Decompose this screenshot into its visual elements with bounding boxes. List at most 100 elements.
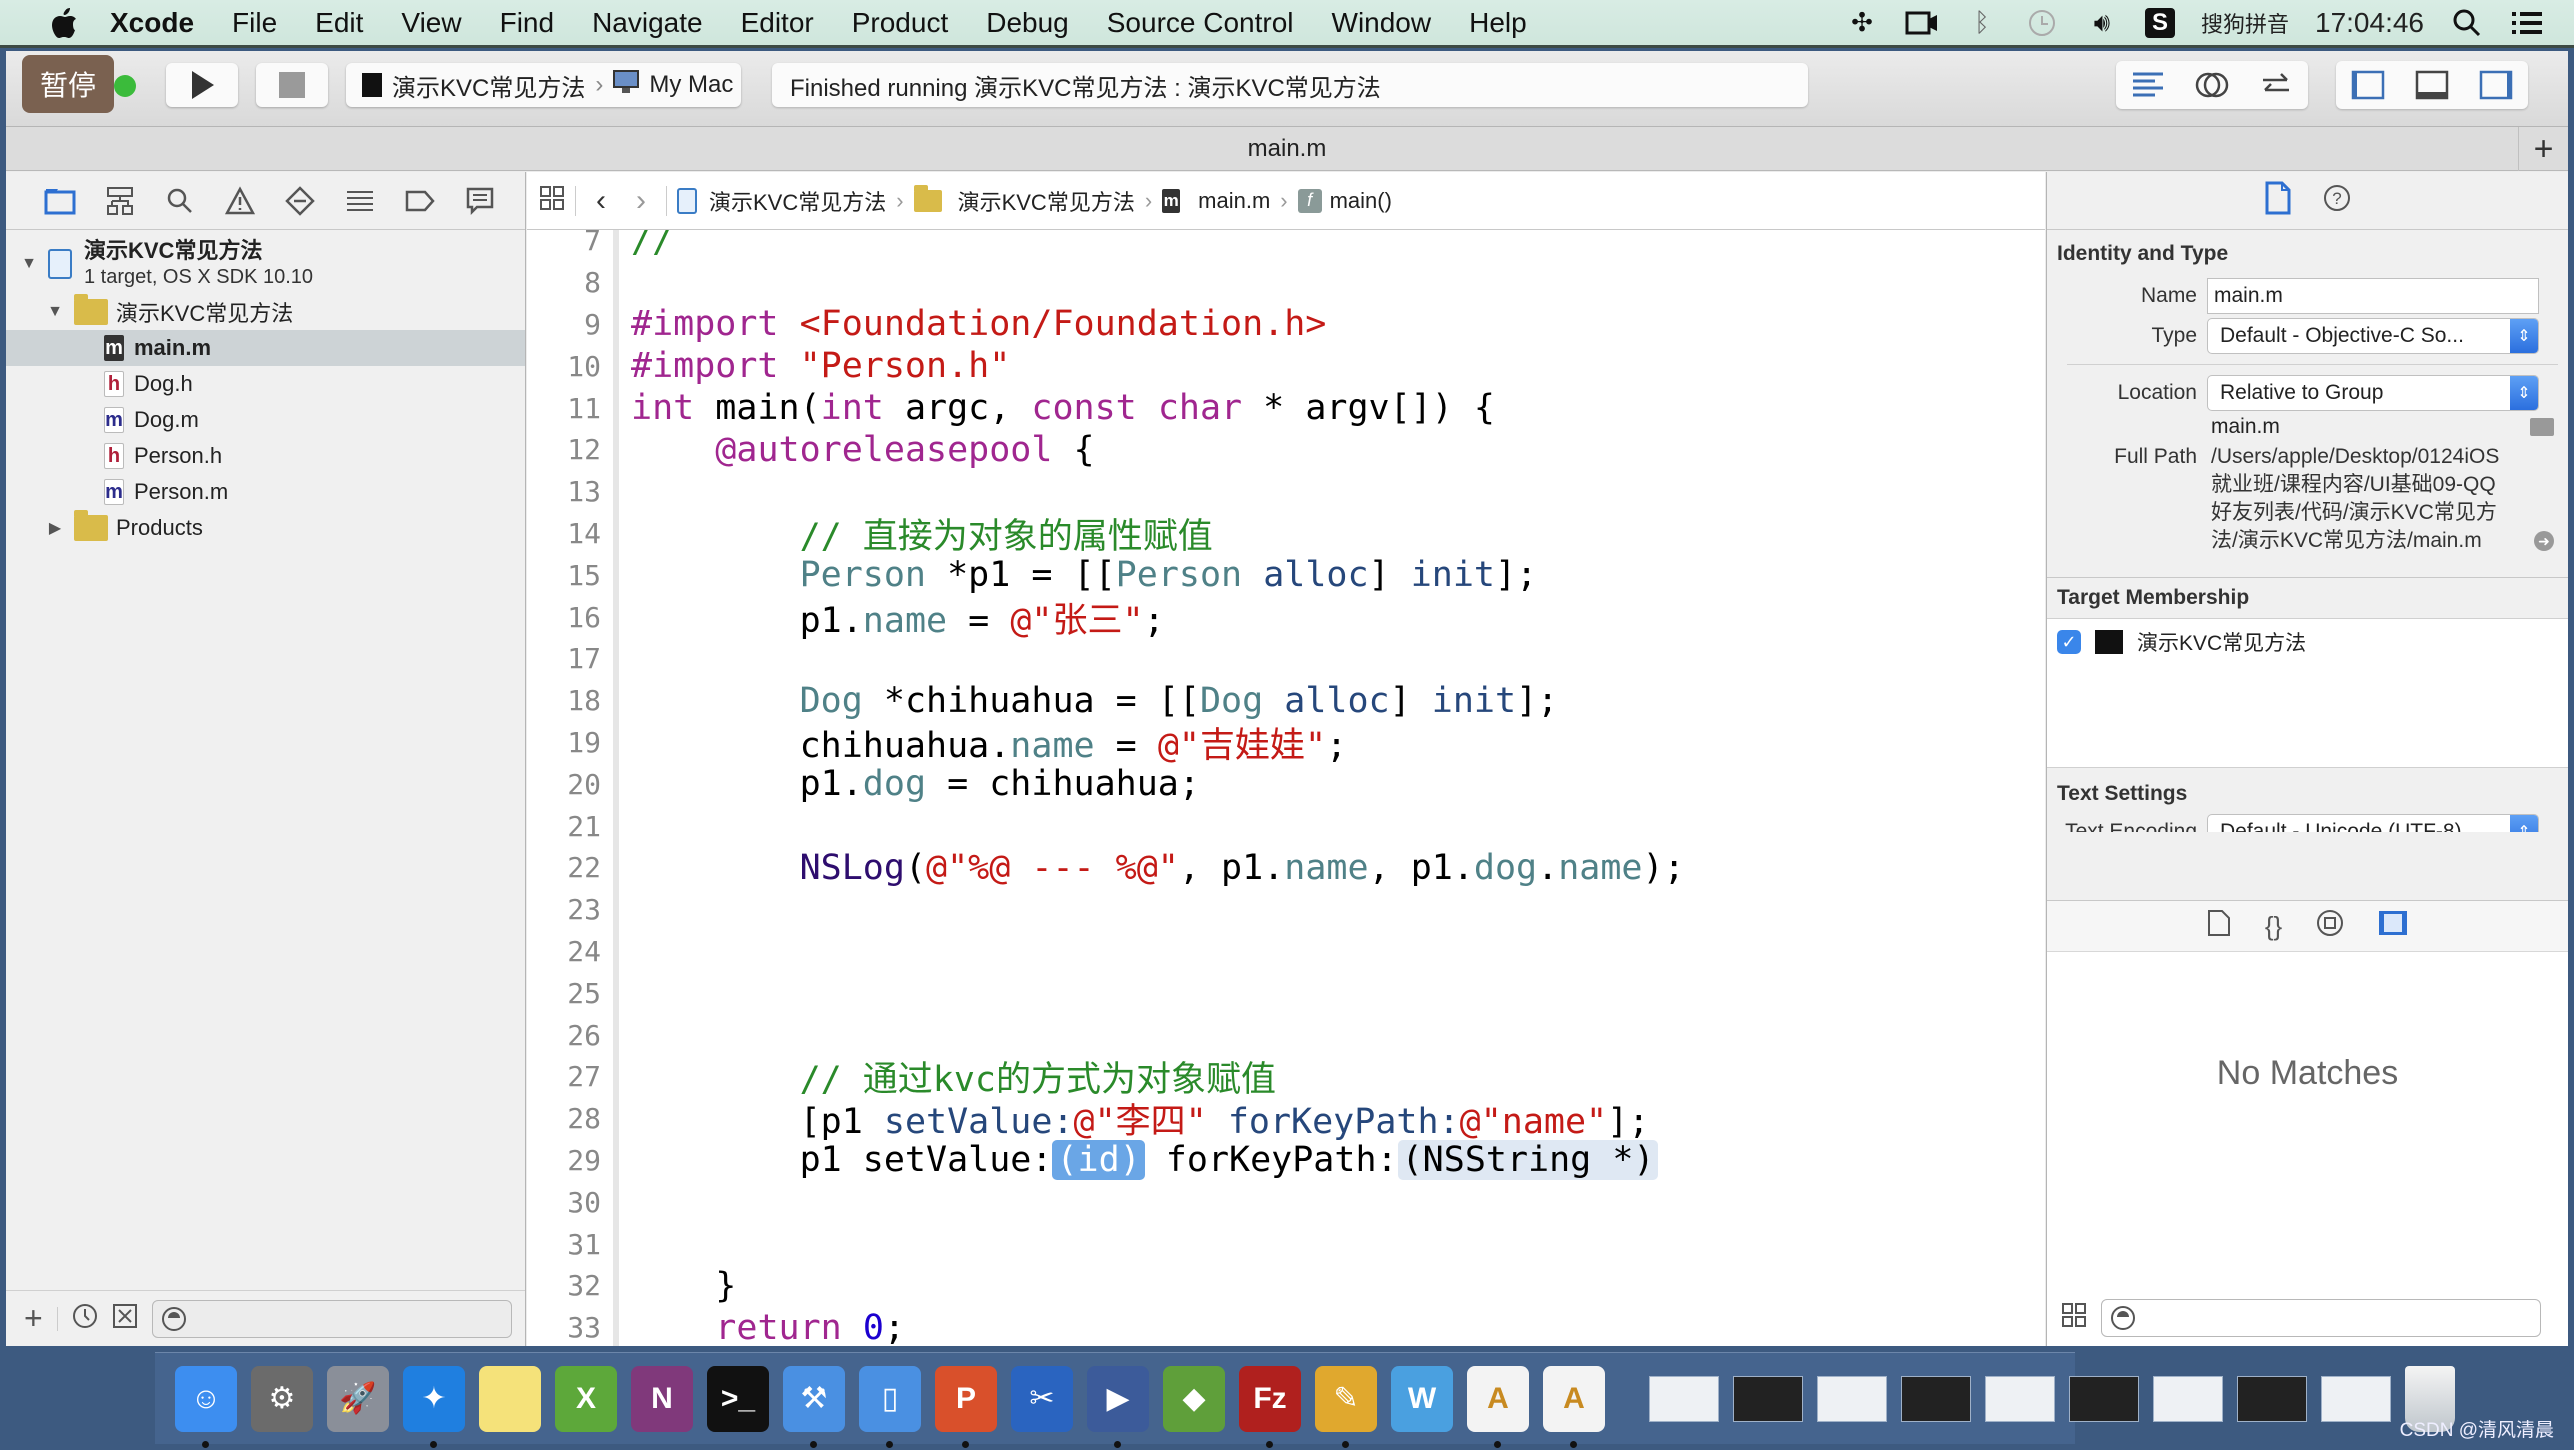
dock-minimized-window[interactable] [2237,1375,2307,1422]
menu-editor[interactable]: Editor [741,7,814,39]
dock-minimized-window[interactable] [1985,1375,2055,1422]
tree-file-main-m[interactable]: m main.m [6,330,525,366]
jumpbar-function[interactable]: f main() [1297,188,1392,214]
jumpbar-project[interactable]: 演示KVC常见方法 [677,185,886,217]
menu-source-control[interactable]: Source Control [1107,7,1294,39]
disclosure-closed-icon[interactable]: ▶ [46,519,64,537]
menu-navigate[interactable]: Navigate [592,7,703,39]
type-popup[interactable]: Default - Objective-C So... ⇕ [2207,318,2539,354]
clock[interactable]: 17:04:46 [2315,7,2424,39]
dock-app-system-preferences[interactable]: ⚙ [251,1365,313,1432]
text-encoding-popup[interactable]: Default - Unicode (UTF-8) ⇕ [2207,814,2539,832]
dock-app-filezilla[interactable]: Fz [1239,1365,1301,1448]
back-button[interactable]: ‹ [586,184,616,218]
file-template-library-icon[interactable] [2207,909,2231,943]
dock-app-notes[interactable] [479,1365,541,1432]
sogou-ime-icon[interactable]: S [2144,7,2175,38]
symbol-navigator-tab-icon[interactable] [102,183,138,219]
choose-folder-icon[interactable] [2530,418,2554,436]
notification-center-icon[interactable] [2510,8,2544,38]
screen-record-icon[interactable] [1905,8,1939,38]
report-navigator-tab-icon[interactable] [462,183,498,219]
disclosure-open-icon[interactable]: ▼ [20,255,38,273]
dock-minimized-window[interactable] [1649,1375,1719,1422]
code-area[interactable]: 7// 8 9 #import <Foundation/Foundation.h> 1… [527,230,2045,1346]
toggle-utilities-button[interactable] [2464,61,2528,109]
dock-app-safari[interactable]: ✦ [403,1365,465,1448]
grid-view-icon[interactable] [2061,1302,2087,1334]
code-text[interactable]: 7// 8 9 #import <Foundation/Foundation.h> 1… [527,230,2045,1346]
find-navigator-tab-icon[interactable] [162,183,198,219]
run-button[interactable] [166,63,238,107]
scheme-selector[interactable]: 演示KVC常见方法 › My Mac [346,63,741,107]
dock-app-onenote[interactable]: N [631,1365,693,1432]
navigator-filter-input[interactable] [151,1299,512,1338]
stop-button[interactable] [256,63,328,107]
dock-app-finder[interactable]: ☺ [175,1365,237,1448]
menu-window[interactable]: Window [1332,7,1432,39]
quick-help-tab-icon[interactable]: ? [2322,183,2352,219]
code-placeholder[interactable]: (id) [1052,1140,1145,1181]
jumpbar-file[interactable]: m main.m [1162,188,1270,214]
new-tab-button[interactable]: + [2518,127,2568,171]
apple-menu-icon[interactable] [44,6,84,40]
menu-file[interactable]: File [232,7,277,39]
dock-app-launchpad[interactable]: 🚀 [327,1365,389,1432]
tree-file-person-h[interactable]: h Person.h [6,438,525,474]
reveal-in-finder-icon[interactable]: ➜ [2534,531,2554,551]
tree-group-row[interactable]: ▼ 演示KVC常见方法 [6,294,525,330]
dock-app-powerpoint[interactable]: P [935,1365,997,1448]
breakpoint-navigator-tab-icon[interactable] [402,183,438,219]
code-placeholder[interactable]: (NSString *) [1397,1140,1659,1181]
spotlight-search-icon[interactable] [2450,8,2484,38]
assistant-editor-button[interactable] [2180,61,2244,109]
ime-label[interactable]: 搜狗拼音 [2201,7,2289,39]
menu-edit[interactable]: Edit [315,7,363,39]
dock-app-terminal[interactable]: >_ [707,1365,769,1432]
library-filter-input[interactable] [2101,1299,2541,1337]
dock-minimized-window[interactable] [1817,1375,1887,1422]
zoom-window-button[interactable] [114,75,136,97]
dock-app-instruments[interactable]: A [1467,1365,1529,1448]
tree-file-dog-m[interactable]: m Dog.m [6,402,525,438]
tab-main-m[interactable]: main.m [1248,135,1327,163]
recent-files-icon[interactable] [72,1303,98,1334]
test-navigator-tab-icon[interactable] [282,183,318,219]
tree-file-person-m[interactable]: m Person.m [6,474,525,510]
menu-product[interactable]: Product [852,7,949,39]
name-field[interactable]: main.m [2207,278,2539,314]
dock-app-script-editor[interactable]: ✎ [1315,1365,1377,1448]
menu-xcode[interactable]: Xcode [110,7,194,39]
forward-button[interactable]: › [626,184,656,218]
debug-navigator-tab-icon[interactable] [342,183,378,219]
dock-app-xcode[interactable]: ⚒ [783,1365,845,1448]
jumpbar-group[interactable]: 演示KVC常见方法 [913,184,1135,217]
project-navigator-tab-icon[interactable] [42,183,78,219]
time-machine-icon[interactable] [2025,8,2059,38]
location-popup[interactable]: Relative to Group ⇕ [2207,375,2539,411]
dock-minimized-window[interactable] [2153,1375,2223,1422]
source-control-filter-icon[interactable] [112,1303,138,1334]
volume-icon[interactable]: 🔊︎ [2085,7,2119,38]
related-items-icon[interactable] [539,185,565,217]
file-inspector-tab-icon[interactable] [2264,181,2292,221]
tree-project-row[interactable]: ▼ 演示KVC常见方法 1 target, OS X SDK 10.10 [6,234,525,294]
object-library-icon[interactable] [2316,909,2344,943]
menu-debug[interactable]: Debug [986,7,1069,39]
dock-app-instruments[interactable]: A [1543,1365,1605,1448]
issue-navigator-tab-icon[interactable] [222,183,258,219]
version-editor-button[interactable] [2244,61,2308,109]
target-checkbox[interactable]: ✓ [2057,630,2081,654]
pause-overlay-badge[interactable]: 暂停 [22,55,114,113]
dock-app-xmind[interactable]: X [555,1365,617,1432]
tree-products-row[interactable]: ▶ Products [6,510,525,546]
dock-minimized-window[interactable] [2069,1375,2139,1422]
dock-app-word[interactable]: W [1391,1365,1453,1432]
dock-app-imovie[interactable]: ▶ [1087,1365,1149,1448]
toggle-debug-area-button[interactable] [2400,61,2464,109]
media-library-icon[interactable] [2378,910,2408,942]
standard-editor-button[interactable] [2116,61,2180,109]
cursor-icon[interactable]: ✣ [1845,7,1879,38]
dock-app-screenshot[interactable]: ✂ [1011,1365,1073,1432]
dock-minimized-window[interactable] [2321,1375,2391,1422]
